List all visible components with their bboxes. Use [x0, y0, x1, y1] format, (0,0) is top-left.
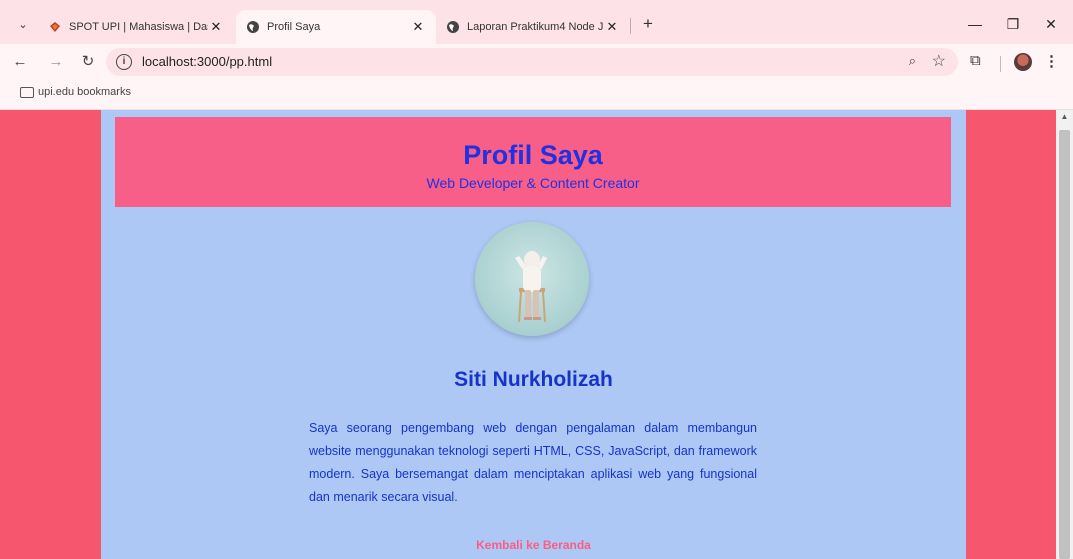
scrollbar-thumb[interactable] [1059, 130, 1070, 559]
person-figure-icon [515, 251, 547, 323]
zoom-icon[interactable]: ⌕ [909, 53, 916, 69]
globe-icon [246, 20, 260, 34]
scroll-up-arrow-icon[interactable]: ▲ [1056, 112, 1073, 124]
address-bar[interactable]: i localhost:3000/pp.html ⌕ ☆ [106, 48, 958, 76]
minimize-icon[interactable]: — [960, 12, 990, 36]
bookmark-folder-label[interactable]: upi.edu bookmarks [38, 86, 131, 98]
restore-icon[interactable]: ❐ [998, 12, 1028, 36]
tab-title: Laporan Praktikum4 Node JS_Si [467, 21, 604, 33]
close-tab-icon[interactable]: ✕ [604, 19, 620, 35]
close-tab-icon[interactable]: ✕ [410, 19, 426, 35]
globe-icon [446, 20, 460, 34]
tab-spot-upi[interactable]: SPOT UPI | Mahasiswa | Dashbo ✕ [38, 10, 234, 44]
url-text[interactable]: localhost:3000/pp.html [142, 54, 272, 69]
forward-arrow-icon[interactable]: → [46, 52, 66, 72]
site-info-icon[interactable]: i [116, 54, 132, 70]
profile-header: Profil Saya Web Developer & Content Crea… [115, 117, 951, 207]
toolbar-divider [1000, 56, 1001, 72]
page-viewport: Profil Saya Web Developer & Content Crea… [0, 110, 1056, 559]
extensions-puzzle-icon[interactable]: ⧉ [970, 52, 981, 69]
browser-toolbar: ← → ↻ i localhost:3000/pp.html ⌕ ☆ [0, 44, 1073, 80]
profile-container: Profil Saya Web Developer & Content Crea… [101, 110, 966, 559]
spot-upi-favicon-icon [48, 20, 62, 34]
page-title: Profil Saya [463, 140, 603, 170]
back-to-home-link[interactable]: Kembali ke Beranda [101, 538, 966, 552]
vertical-scrollbar[interactable]: ▲ [1056, 110, 1073, 559]
tab-title: SPOT UPI | Mahasiswa | Dashbo [69, 21, 208, 33]
folder-icon[interactable] [20, 87, 34, 98]
close-window-icon[interactable]: ✕ [1036, 12, 1066, 36]
back-arrow-icon[interactable]: ← [10, 52, 30, 72]
reload-icon[interactable]: ↻ [78, 52, 98, 72]
close-tab-icon[interactable]: ✕ [208, 19, 224, 35]
page-subtitle: Web Developer & Content Creator [426, 175, 640, 191]
profile-bio: Saya seorang pengembang web dengan penga… [309, 421, 757, 504]
tab-strip: ⌄ SPOT UPI | Mahasiswa | Dashbo ✕ Profil… [0, 0, 1073, 44]
more-menu-icon[interactable]: ⋮ [1044, 52, 1059, 70]
tab-divider [630, 18, 631, 34]
bookmark-star-icon[interactable]: ☆ [932, 51, 946, 71]
tab-laporan-praktikum[interactable]: Laporan Praktikum4 Node JS_Si ✕ [436, 10, 630, 44]
profile-name: Siti Nurkholizah [454, 368, 613, 391]
tab-title: Profil Saya [267, 21, 321, 33]
tab-search-chevron-icon[interactable]: ⌄ [12, 13, 34, 35]
profile-photo [475, 222, 589, 336]
bookmarks-bar [0, 80, 1073, 110]
new-tab-plus-icon[interactable]: + [638, 14, 658, 34]
tab-profil-saya[interactable]: Profil Saya ✕ [236, 10, 436, 44]
profile-avatar-icon[interactable] [1014, 53, 1032, 71]
